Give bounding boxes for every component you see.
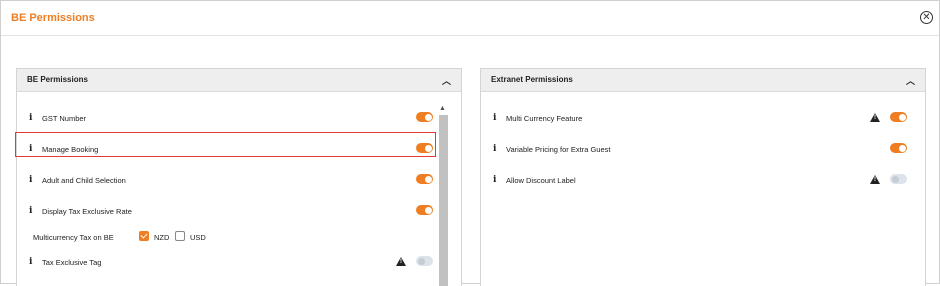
close-icon[interactable]: ✕ xyxy=(920,11,933,24)
modal-title: BE Permissions xyxy=(11,12,95,24)
permission-row-variable-pricing: i Variable Pricing for Extra Guest xyxy=(481,136,907,162)
extranet-permissions-panel-title: Extranet Permissions xyxy=(491,75,573,84)
chevron-up-icon[interactable]: ︿ xyxy=(906,74,915,87)
info-icon[interactable]: i xyxy=(29,257,35,267)
manage-booking-highlight xyxy=(15,132,436,157)
be-permissions-panel-title: BE Permissions xyxy=(27,75,88,84)
variable-pricing-toggle[interactable] xyxy=(890,143,907,153)
info-icon[interactable]: i xyxy=(29,206,35,216)
chevron-up-icon[interactable]: ︿ xyxy=(442,74,451,87)
info-icon[interactable]: i xyxy=(29,175,35,185)
warning-icon: ! xyxy=(870,113,880,122)
permission-label: Multi Currency Feature xyxy=(506,114,583,123)
allow-discount-label-toggle[interactable] xyxy=(890,174,907,184)
permission-label: Display Tax Exclusive Rate xyxy=(42,207,132,216)
permission-label: Tax Exclusive Tag xyxy=(42,258,102,267)
nzd-checkbox[interactable] xyxy=(139,231,149,241)
extranet-permissions-panel-header[interactable]: Extranet Permissions ︿ xyxy=(481,69,925,92)
permission-row-tax-exclusive-tag: i Tax Exclusive Tag ! xyxy=(17,249,437,275)
scrollbar[interactable]: ▲ xyxy=(438,105,448,286)
permission-row-display-tax: i Display Tax Exclusive Rate xyxy=(17,198,437,224)
tax-exclusive-tag-toggle[interactable] xyxy=(416,256,433,266)
usd-label: USD xyxy=(190,233,206,242)
info-icon[interactable]: i xyxy=(493,144,499,154)
info-icon[interactable]: i xyxy=(493,175,499,185)
display-tax-exclusive-rate-toggle[interactable] xyxy=(416,205,433,215)
warning-icon: ! xyxy=(870,175,880,184)
usd-checkbox[interactable] xyxy=(175,231,185,241)
permission-row-adult-child: i Adult and Child Selection xyxy=(17,167,437,193)
info-icon[interactable]: i xyxy=(493,113,499,123)
gst-number-toggle[interactable] xyxy=(416,112,433,122)
permission-label: Allow Discount Label xyxy=(506,176,576,185)
extranet-permissions-panel: Extranet Permissions ︿ i Multi Currency … xyxy=(480,68,926,286)
be-permissions-panel-header[interactable]: BE Permissions ︿ xyxy=(17,69,461,92)
modal-header: BE Permissions ✕ xyxy=(1,1,939,36)
permission-row-allow-discount-label: i Allow Discount Label ! xyxy=(481,167,907,193)
info-icon[interactable]: i xyxy=(29,113,35,123)
be-permissions-panel: BE Permissions ︿ i GST Number i Manage B… xyxy=(15,68,462,286)
permission-row-gst-number: i GST Number xyxy=(17,105,437,131)
multicurrency-tax-row: Multicurrency Tax on BE NZD USD xyxy=(17,229,437,245)
scrollbar-thumb[interactable] xyxy=(439,115,448,286)
scroll-up-arrow-icon[interactable]: ▲ xyxy=(439,105,446,112)
permission-label: GST Number xyxy=(42,114,87,123)
multi-currency-feature-toggle[interactable] xyxy=(890,112,907,122)
nzd-label: NZD xyxy=(154,233,170,242)
be-permissions-modal: BE Permissions ✕ BE Permissions ︿ i GST … xyxy=(0,0,940,286)
permission-label: Adult and Child Selection xyxy=(42,176,126,185)
multicurrency-tax-label: Multicurrency Tax on BE xyxy=(33,233,114,242)
permission-row-multi-currency: i Multi Currency Feature ! xyxy=(481,105,907,131)
adult-child-selection-toggle[interactable] xyxy=(416,174,433,184)
permission-label: Variable Pricing for Extra Guest xyxy=(506,145,611,154)
warning-icon: ! xyxy=(396,257,406,266)
